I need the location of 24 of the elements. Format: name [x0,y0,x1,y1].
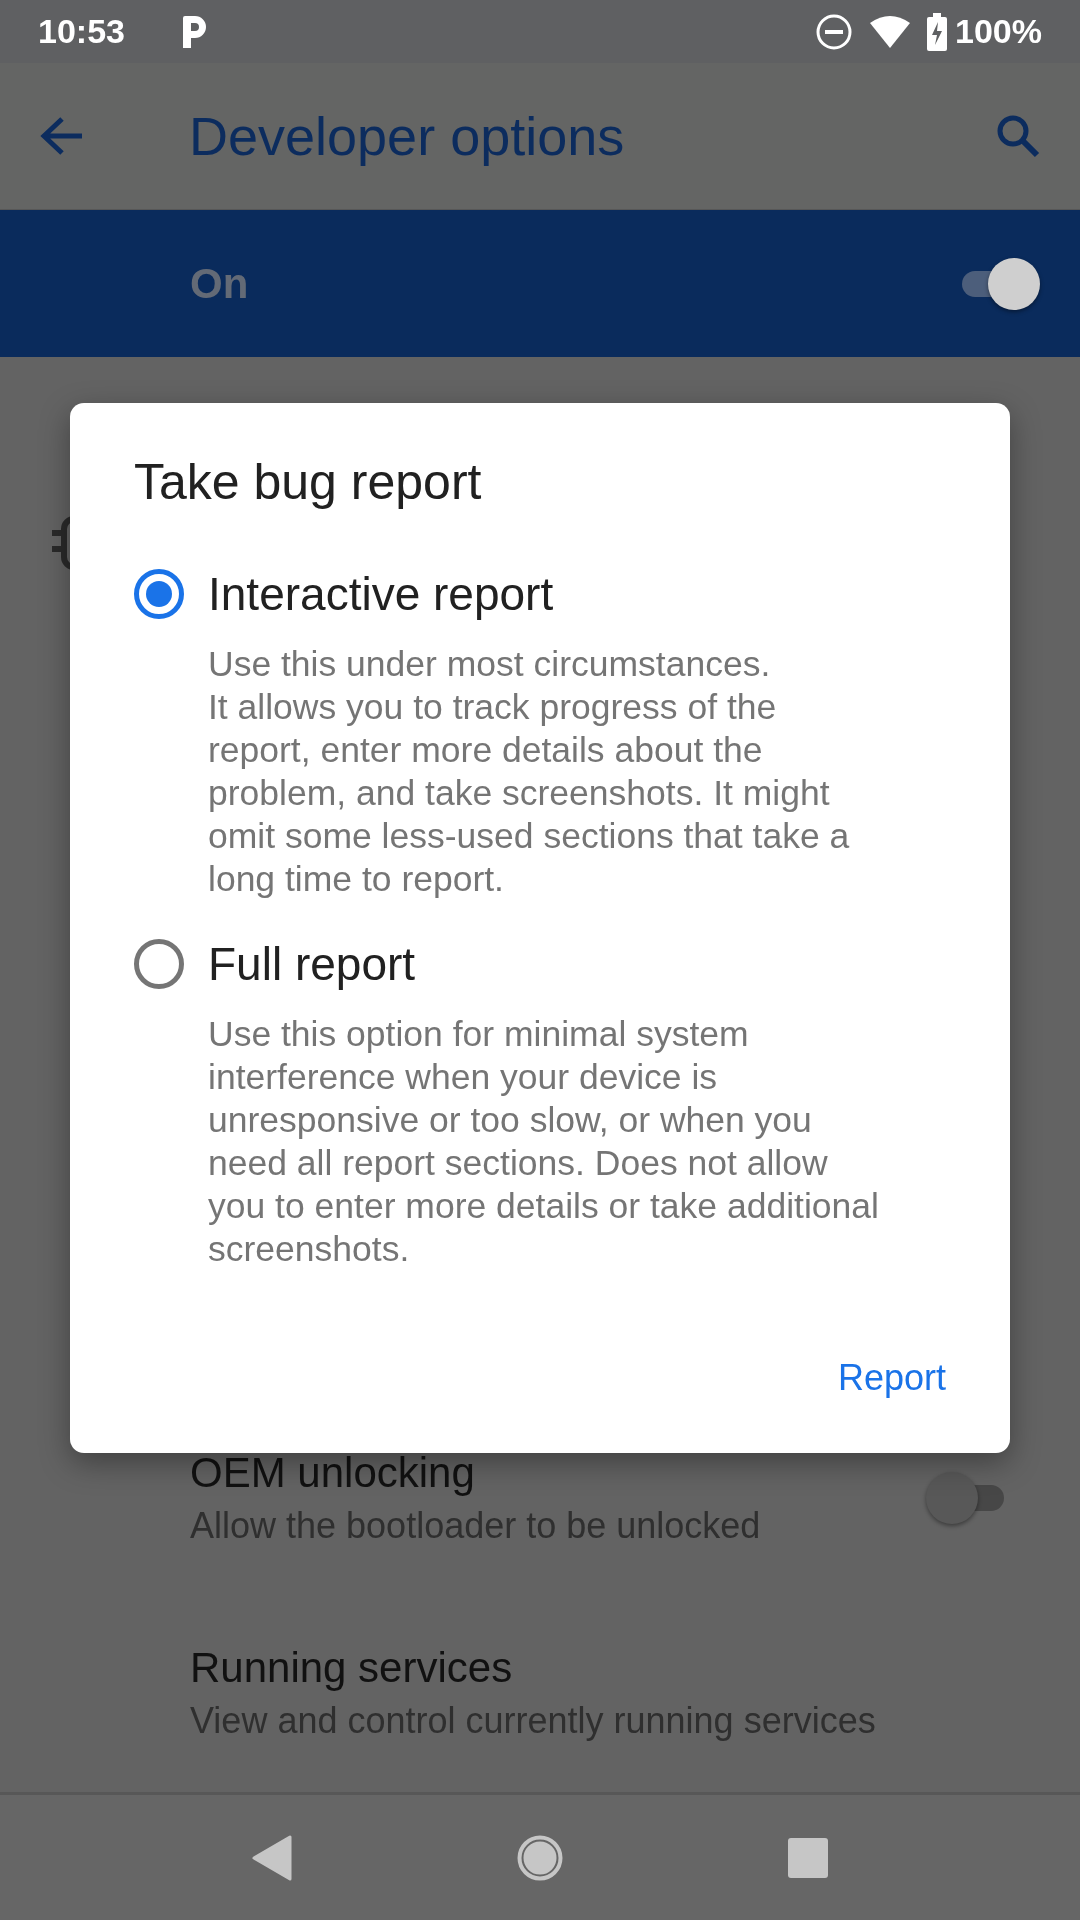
setting-title[interactable]: Running services [190,1643,1010,1692]
setting-title[interactable]: OEM unlocking [190,1448,926,1497]
option-label[interactable]: Full report [208,937,416,991]
screen-title: Developer options [189,105,626,167]
option-label[interactable]: Interactive report [208,567,554,621]
battery-charging-icon [927,12,948,51]
parking-icon [180,13,209,50]
bug-icon [52,514,70,571]
option-description: Use this option for minimal system interference when your device is unresponsive or too slow, or when you need all report sections. Does not allow you to enter more details or take additional screenshots. [208,1013,880,1271]
option-description: Use this under most circumstances. It allows you to track progress of the report, enter more details about the problem, and take screenshots. It might omit some less-used sections that take a long time to report. [208,643,851,901]
radio-button[interactable] [134,569,184,619]
dialog-title: Take bug report [134,453,483,511]
recents-icon[interactable] [788,1837,828,1878]
back-arrow-icon[interactable] [40,116,84,156]
do-not-disturb-icon [815,12,854,51]
master-switch-label: On [190,259,250,308]
search-icon[interactable] [996,114,1040,158]
back-icon[interactable] [252,1834,292,1881]
wifi-icon [869,14,912,49]
clock-time: 10:53 [38,12,125,51]
battery-percentage: 100% [955,12,1042,51]
home-icon[interactable] [516,1833,564,1882]
report-button[interactable]: Report [827,1343,956,1413]
radio-button[interactable] [134,939,184,989]
